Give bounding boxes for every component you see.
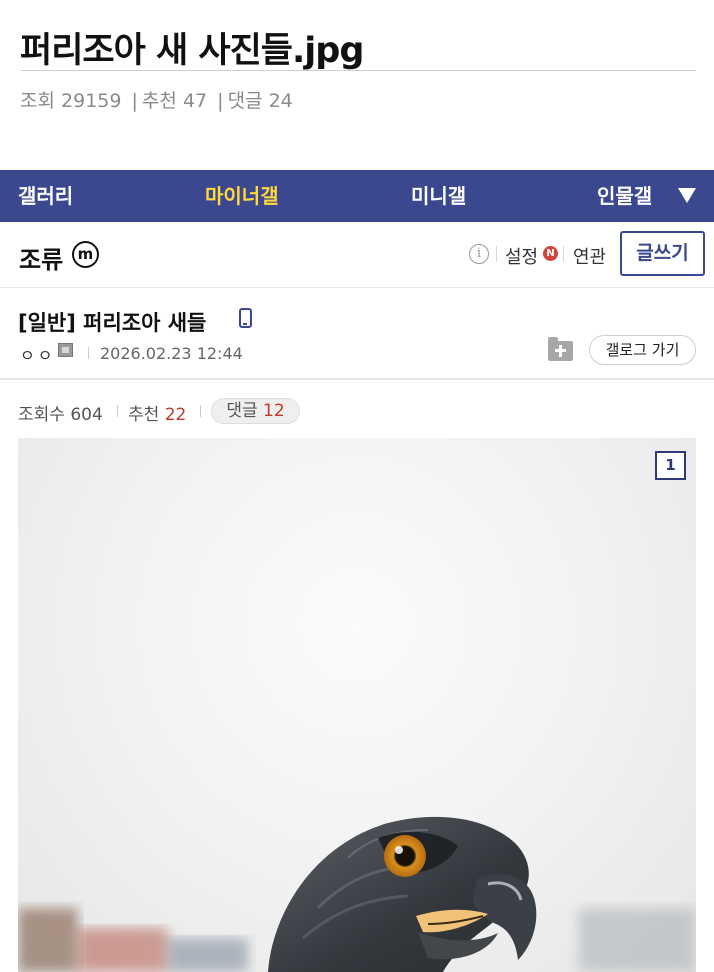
comments-count: 24 — [268, 90, 293, 112]
info-icon[interactable]: i — [469, 244, 489, 264]
post-image[interactable] — [18, 438, 696, 972]
stats-divider — [117, 405, 118, 417]
title-divider — [20, 70, 696, 71]
stats-divider — [200, 405, 201, 417]
mobile-icon — [239, 308, 252, 328]
bar-divider — [563, 246, 564, 262]
related-link[interactable]: 연관 — [573, 243, 606, 269]
post-views-label: 조회수 — [18, 405, 65, 425]
post-comments-count: 12 — [263, 401, 285, 421]
gallery-nav: 갤러리 마이너갤 미니갤 인물갤 — [0, 170, 714, 222]
comments-button[interactable]: 댓글 12 — [211, 398, 300, 424]
hawk-photo — [18, 816, 696, 972]
nav-item-minor-gallery[interactable]: 마이너갤 — [205, 170, 279, 222]
nav-item-mini-gallery[interactable]: 미니갤 — [411, 170, 466, 222]
comments-label: 댓글 — [227, 90, 263, 112]
new-badge: N — [543, 246, 558, 261]
image-index-badge: 1 — [655, 451, 686, 480]
post-recommend-label: 추천 — [128, 405, 160, 425]
dropdown-triangle-icon[interactable] — [678, 188, 696, 203]
author-nickname[interactable]: ㅇㅇ — [20, 342, 55, 366]
post-title: [일반] 퍼리조아 새들 — [18, 311, 207, 335]
meta-divider — [88, 347, 89, 359]
recommend-label: 추천 — [141, 90, 177, 112]
post-comments-label: 댓글 — [226, 401, 258, 421]
user-type-icon — [58, 343, 73, 357]
post-views-count: 604 — [70, 405, 103, 425]
nav-item-person-gallery[interactable]: 인물갤 — [597, 170, 652, 222]
meta-separator: | — [131, 90, 138, 112]
meta-separator: | — [217, 90, 224, 112]
views-label: 조회 — [20, 90, 55, 112]
post-views: 조회수 604 — [18, 400, 103, 425]
folder-add-icon[interactable] — [548, 337, 573, 361]
views-count: 29159 — [61, 90, 122, 112]
gallery-name[interactable]: 조류 — [19, 240, 63, 275]
minor-gallery-badge-icon: m — [72, 241, 99, 268]
gallog-button[interactable]: 갤로그 가기 — [589, 335, 696, 365]
nav-item-gallery[interactable]: 갤러리 — [18, 170, 73, 222]
bar-divider — [496, 246, 497, 262]
post-date: 2026.02.23 12:44 — [100, 344, 243, 363]
write-button[interactable]: 글쓰기 — [620, 231, 705, 276]
plus-icon-horizontal — [555, 349, 566, 352]
page-title: 퍼리조아 새 사진들.jpg — [20, 31, 364, 71]
gallery-bar: 조류 m — [0, 222, 714, 288]
settings-link[interactable]: 설정 — [505, 243, 538, 269]
outer-post-meta: 조회 29159 | 추천 47 | 댓글 24 — [20, 86, 293, 113]
post-recommend-count: 22 — [164, 405, 187, 425]
recommend-count: 47 — [182, 90, 208, 112]
post-recommend: 추천 22 — [128, 400, 186, 425]
